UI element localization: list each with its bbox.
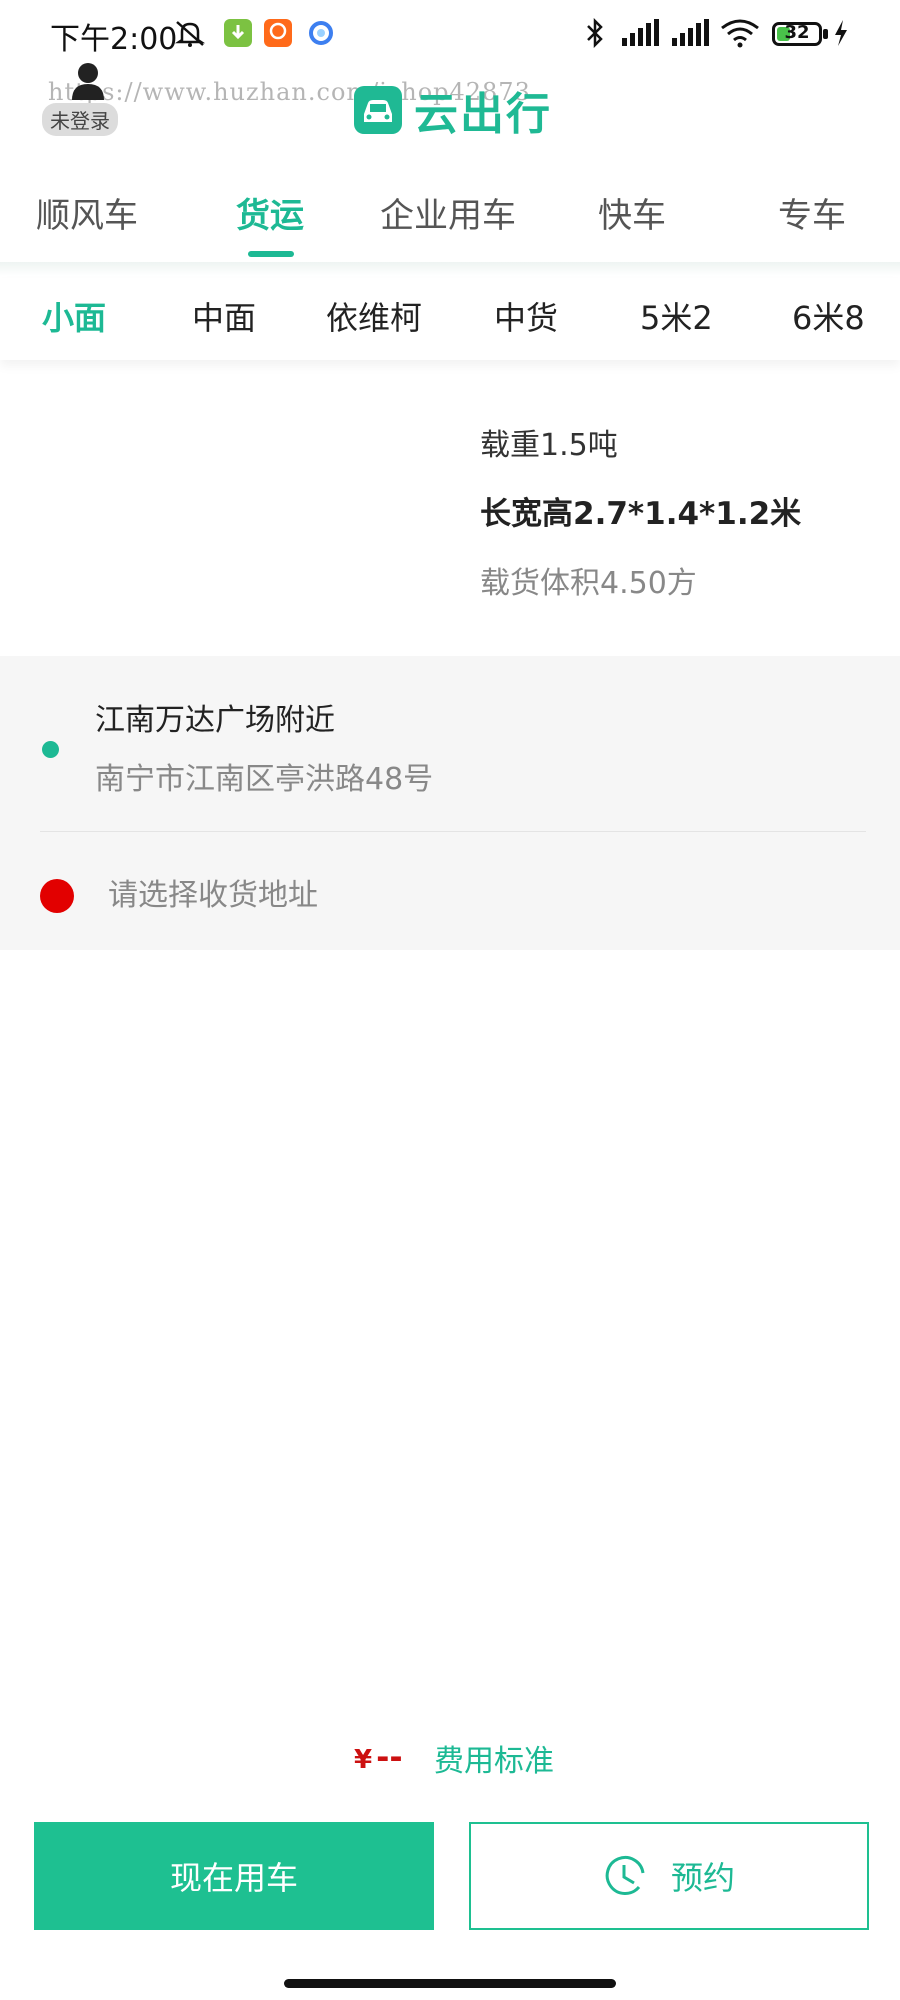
address-divider <box>40 831 866 832</box>
ride-now-button[interactable]: 现在用车 <box>34 1822 434 1930</box>
ride-now-label: 现在用车 <box>169 1859 298 1897</box>
pickup-dot-icon <box>42 741 59 758</box>
download-app-icon <box>224 19 252 47</box>
dropoff-dot-icon <box>40 879 74 913</box>
vehicle-tab-6m8[interactable]: 6米8 <box>792 293 865 339</box>
app-logo: 云出行 <box>354 78 552 142</box>
price-currency: ¥ <box>354 1745 373 1775</box>
price-value: -- <box>376 1738 403 1776</box>
battery-level: 32 <box>784 22 810 43</box>
status-bar: 下午2:00 32 <box>0 0 900 70</box>
tab-enterprise[interactable]: 企业用车 <box>380 188 516 237</box>
tab-carpool[interactable]: 顺风车 <box>36 188 138 237</box>
vehicle-tab-medium-truck[interactable]: 中货 <box>494 293 558 339</box>
dropoff-address-input[interactable]: 请选择收货地址 <box>108 870 318 914</box>
login-status-badge[interactable]: 未登录 <box>42 103 118 136</box>
pickup-address-detail[interactable]: 南宁市江南区亭洪路48号 <box>95 754 433 798</box>
vehicle-load: 载重1.5吨 <box>480 428 618 463</box>
clock-icon <box>605 1856 645 1895</box>
main-tabs: 顺风车 货运 企业用车 快车 专车 <box>0 180 900 260</box>
reserve-label: 预约 <box>670 1859 735 1897</box>
vehicle-volume: 载货体积4.50方 <box>480 566 697 601</box>
battery-icon: 32 <box>772 22 822 46</box>
home-indicator[interactable] <box>284 1979 616 1988</box>
charging-bolt-icon <box>835 20 847 46</box>
tab-express[interactable]: 快车 <box>598 188 666 237</box>
tab-premium[interactable]: 专车 <box>778 188 846 237</box>
browser-app-icon <box>309 21 333 45</box>
taobao-app-icon <box>264 19 292 47</box>
fee-standard-link[interactable]: 费用标准 <box>434 1736 554 1780</box>
vehicle-type-tabs: 小面 中面 依维柯 中货 5米2 6米8 <box>0 278 900 360</box>
vehicle-tab-iveco[interactable]: 依维柯 <box>326 293 422 339</box>
signal-hd-icon-2 <box>672 19 709 46</box>
tab-freight[interactable]: 货运 <box>236 188 304 237</box>
vehicle-tab-small-van[interactable]: 小面 <box>42 293 106 339</box>
car-logo-icon <box>354 86 402 134</box>
mute-bell-icon <box>174 21 206 47</box>
active-tab-indicator <box>248 251 294 257</box>
vehicle-dimensions: 长宽高2.7*1.4*1.2米 <box>480 496 802 532</box>
status-time: 下午2:00 <box>50 22 178 57</box>
signal-hd-icon <box>622 19 659 46</box>
reserve-button[interactable]: 预约 <box>469 1822 869 1930</box>
wifi-icon <box>721 19 759 48</box>
pickup-address-name[interactable]: 江南万达广场附近 <box>95 695 335 739</box>
app-title: 云出行 <box>414 89 552 140</box>
price-estimate: ¥ -- <box>354 1738 403 1776</box>
vehicle-tab-medium-van[interactable]: 中面 <box>192 293 256 339</box>
user-avatar-icon[interactable] <box>70 62 106 100</box>
bluetooth-icon <box>587 18 603 48</box>
vehicle-tab-5m2[interactable]: 5米2 <box>640 293 713 339</box>
